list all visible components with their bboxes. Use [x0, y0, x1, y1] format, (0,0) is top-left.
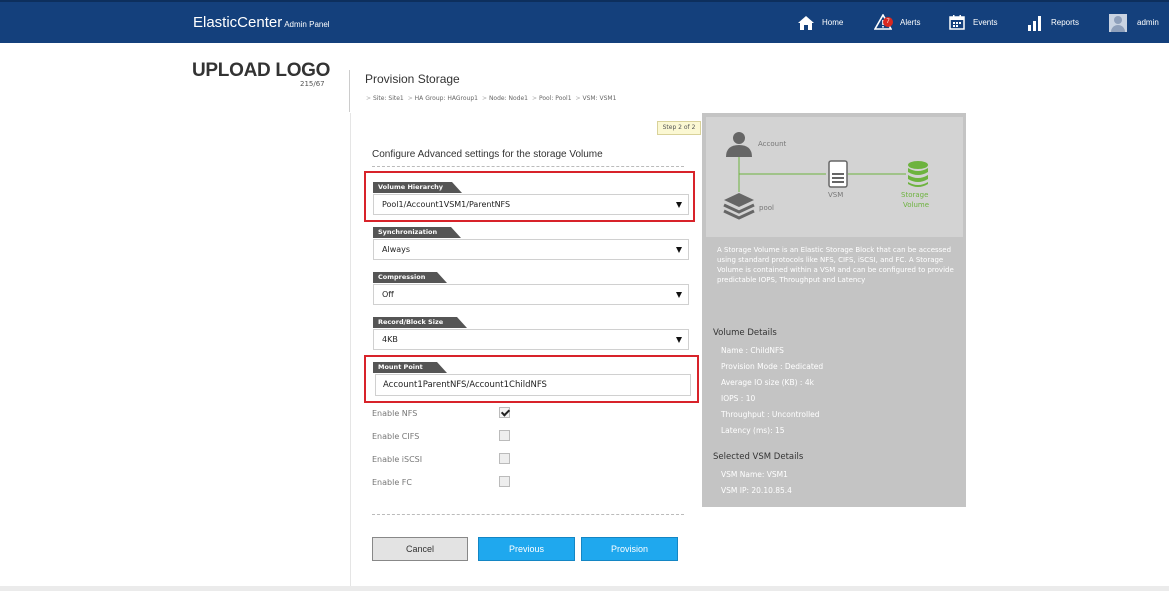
volume-detail-name: Name : ChildNFS — [721, 346, 784, 355]
nav-home-label: Home — [822, 18, 844, 27]
section-title: Configure Advanced settings for the stor… — [372, 149, 603, 160]
hierarchy-diagram: Account pool VSM Storage Volume — [706, 117, 963, 237]
synchronization-select[interactable]: Always — [373, 239, 689, 260]
breadcrumb-ha-group[interactable]: HA Group: HAGroup1 — [408, 95, 478, 102]
cancel-button[interactable]: Cancel — [372, 537, 468, 561]
synchronization-label: Synchronization — [373, 227, 461, 238]
bar-chart-icon — [1028, 15, 1041, 31]
chevron-down-icon — [676, 247, 682, 253]
volume-detail-provision-mode: Provision Mode : Dedicated — [721, 362, 824, 371]
compression-select[interactable]: Off — [373, 284, 689, 305]
volume-hierarchy-select[interactable]: Pool1/Account1VSM1/ParentNFS — [373, 194, 689, 215]
divider — [372, 514, 684, 515]
nav-alerts-label: Alerts — [900, 18, 921, 27]
page-title: Provision Storage — [365, 72, 460, 86]
alerts-count-badge: 7 — [883, 16, 893, 27]
breadcrumb-node[interactable]: Node: Node1 — [482, 95, 528, 102]
provision-button[interactable]: Provision — [581, 537, 678, 561]
volume-details-heading: Volume Details — [713, 328, 777, 338]
enable-iscsi-checkbox[interactable] — [499, 453, 510, 464]
nav-events-label: Events — [973, 18, 998, 27]
diagram-account-label: Account — [758, 140, 787, 148]
enable-nfs-label: Enable NFS — [372, 409, 418, 418]
enable-cifs-checkbox[interactable] — [499, 430, 510, 441]
volume-detail-io-size: Average IO size (KB) : 4k — [721, 378, 814, 387]
breadcrumb-site[interactable]: Site: Site1 — [366, 95, 404, 102]
nav-events[interactable]: Events — [949, 2, 997, 43]
volume-detail-latency: Latency (ms): 15 — [721, 426, 785, 435]
server-icon — [828, 160, 848, 188]
user-menu[interactable]: admin — [1109, 2, 1159, 43]
block-size-value: 4KB — [382, 335, 398, 344]
storage-volume-description: A Storage Volume is an Elastic Storage B… — [717, 246, 954, 284]
chevron-down-icon — [676, 292, 682, 298]
vsm-details-heading: Selected VSM Details — [713, 452, 804, 462]
block-size-label: Record/Block Size — [373, 317, 467, 328]
username: admin — [1137, 18, 1159, 27]
mount-point-label: Mount Point — [373, 362, 447, 373]
mount-point-input[interactable]: Account1ParentNFS/Account1ChildNFS — [375, 374, 691, 396]
home-icon — [798, 15, 814, 30]
account-icon — [726, 132, 752, 157]
breadcrumb: Site: Site1 HA Group: HAGroup1 Node: Nod… — [366, 95, 620, 102]
compression-value: Off — [382, 290, 394, 299]
breadcrumb-pool[interactable]: Pool: Pool1 — [532, 95, 572, 102]
volume-detail-throughput: Throughput : Uncontrolled — [721, 410, 820, 419]
enable-iscsi-label: Enable iSCSI — [372, 455, 423, 464]
nav-alerts[interactable]: 7 Alerts — [873, 2, 921, 43]
compression-label: Compression — [373, 272, 447, 283]
breadcrumb-vsm[interactable]: VSM: VSM1 — [576, 95, 616, 102]
diagram-pool-label: pool — [759, 204, 774, 212]
enable-fc-checkbox[interactable] — [499, 476, 510, 487]
diagram-storage-label-1: Storage — [901, 191, 929, 199]
volume-hierarchy-value: Pool1/Account1VSM1/ParentNFS — [382, 200, 511, 209]
divider — [372, 166, 684, 167]
storage-volume-icon — [908, 161, 928, 187]
avatar — [1109, 13, 1127, 32]
logo-size: 215/67 — [300, 80, 325, 88]
nav-reports[interactable]: Reports — [1027, 2, 1079, 43]
previous-button[interactable]: Previous — [478, 537, 575, 561]
divider — [349, 70, 350, 112]
calendar-icon — [949, 15, 965, 30]
brand[interactable]: ElasticCenter Admin Panel — [193, 14, 330, 31]
nav-reports-label: Reports — [1051, 18, 1080, 27]
vsm-detail-name: VSM Name: VSM1 — [721, 470, 788, 479]
nav-home[interactable]: Home — [798, 2, 843, 43]
diagram-vsm-label: VSM — [828, 191, 844, 199]
block-size-select[interactable]: 4KB — [373, 329, 689, 350]
volume-detail-iops: IOPS : 10 — [721, 394, 756, 403]
volume-hierarchy-label: Volume Hierarchy — [373, 182, 462, 193]
footer-bar — [0, 586, 1169, 591]
pool-icon — [723, 193, 755, 220]
chevron-down-icon — [676, 202, 682, 208]
diagram-storage-label-2: Volume — [903, 201, 930, 209]
enable-fc-label: Enable FC — [372, 478, 412, 487]
chevron-down-icon — [676, 337, 682, 343]
step-indicator: Step 2 of 2 — [657, 121, 701, 135]
synchronization-value: Always — [382, 245, 411, 254]
upload-logo[interactable]: UPLOAD LOGO — [192, 60, 330, 82]
enable-nfs-checkbox[interactable] — [499, 407, 510, 418]
vsm-detail-ip: VSM IP: 20.10.85.4 — [721, 486, 792, 495]
enable-cifs-label: Enable CIFS — [372, 432, 420, 441]
top-nav-bar: ElasticCenter Admin Panel Home 7 Alerts E… — [0, 0, 1169, 43]
brand-sub: Admin Panel — [284, 20, 330, 29]
brand-name: ElasticCenter — [193, 14, 283, 31]
